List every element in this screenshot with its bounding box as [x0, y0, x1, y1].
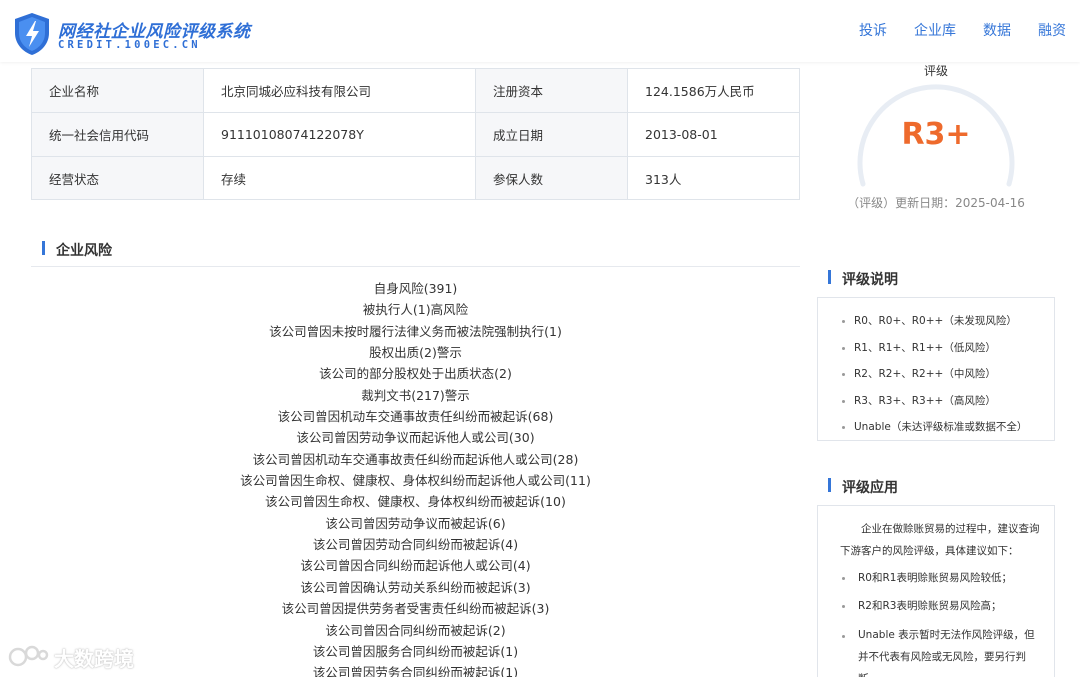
watermark-text: 大数跨境	[54, 646, 134, 671]
risk-detail[interactable]: 该公司的部分股权处于出质状态(2)	[31, 363, 800, 384]
main-nav: 投诉 企业库 数据 融资	[832, 20, 1066, 40]
nav-financing[interactable]: 融资	[1038, 20, 1066, 40]
application-item: R0和R1表明赊账贸易风险较低；	[832, 566, 1042, 590]
info-label: 参保人数	[476, 157, 628, 199]
divider	[31, 266, 800, 267]
risk-detail[interactable]: 该公司曾因劳动争议而起诉他人或公司(30)	[31, 427, 800, 448]
info-value: 存续	[204, 157, 476, 199]
info-value: 124.1586万人民币	[645, 84, 755, 99]
risk-detail[interactable]: 该公司曾因未按时履行法律义务而被法院强制执行(1)	[31, 321, 800, 342]
risk-detail[interactable]: 该公司曾因合同纠纷而被起诉(2)	[31, 620, 800, 641]
legend-item: R3、R3+、R3++（高风险）	[840, 392, 1054, 419]
risk-detail[interactable]: 该公司曾因合同纠纷而起诉他人或公司(4)	[31, 555, 800, 576]
nav-company-db[interactable]: 企业库	[914, 20, 956, 40]
section-accent-bar	[828, 478, 831, 492]
top-header: 网经社企业风险评级系统 CREDIT.100EC.CN 投诉 企业库 数据 融资	[0, 0, 1080, 62]
company-info-table: 企业名称 北京同城必应科技有限公司 注册资本 124.1586万人民币 统一社会…	[31, 68, 800, 200]
application-item: R2和R3表明赊账贸易风险高；	[832, 594, 1042, 618]
rating-value: R3+	[901, 117, 971, 152]
info-value: 2013-08-01	[645, 127, 718, 142]
risk-detail[interactable]: 该公司曾因劳动合同纠纷而被起诉(4)	[31, 534, 800, 555]
risk-detail[interactable]: 该公司曾因提供劳务者受害责任纠纷而被起诉(3)	[31, 598, 800, 619]
section-accent-bar	[828, 270, 831, 284]
risk-detail[interactable]: 该公司曾因生命权、健康权、身体权纠纷而起诉他人或公司(11)	[31, 470, 800, 491]
info-label: 统一社会信用代码	[32, 113, 204, 156]
rating-label: 评级	[906, 62, 966, 79]
risk-list: 自身风险(391) 被执行人(1)高风险 该公司曾因未按时履行法律义务而被法院强…	[31, 278, 800, 677]
info-row: 经营状态 存续 参保人数 313人	[32, 157, 799, 199]
legend-item: R2、R2+、R2++（中风险）	[840, 365, 1054, 392]
application-intro: 企业在做赊账贸易的过程中，建议查询下游客户的风险评级，具体建议如下：	[840, 523, 1040, 557]
rating-legend-box: R0、R0+、R0++（未发现风险） R1、R1+、R1++（低风险） R2、R…	[817, 297, 1055, 441]
risk-detail[interactable]: 该公司曾因生命权、健康权、身体权纠纷而被起诉(10)	[31, 491, 800, 512]
info-row: 统一社会信用代码 91110108074122078Y 成立日期 2013-08…	[32, 113, 799, 157]
info-label: 注册资本	[476, 69, 628, 112]
watermark: 大数跨境	[8, 640, 134, 674]
legend-item: Unable（未达评级标准或数据不全）	[840, 418, 1054, 445]
rating-update-date: （评级）更新日期：2025-04-16	[847, 196, 1025, 210]
info-value: 313人	[645, 171, 682, 187]
legend-item: R1、R1+、R1++（低风险）	[840, 339, 1054, 366]
watermark-logo-icon	[8, 645, 49, 667]
risk-category[interactable]: 被执行人(1)高风险	[31, 299, 800, 320]
info-value: 北京同城必应科技有限公司	[204, 69, 476, 112]
shield-logo-icon[interactable]	[12, 11, 52, 57]
risk-detail[interactable]: 该公司曾因劳动争议而被起诉(6)	[31, 513, 800, 534]
info-value: 91110108074122078Y	[204, 113, 476, 156]
nav-data[interactable]: 数据	[983, 20, 1011, 40]
risk-category[interactable]: 股权出质(2)警示	[31, 342, 800, 363]
rating-application-box: 企业在做赊账贸易的过程中，建议查询下游客户的风险评级，具体建议如下： R0和R1…	[817, 505, 1055, 677]
info-label: 成立日期	[476, 113, 628, 156]
application-item: Unable 表示暂时无法作风险评级，但并不代表有风险或无风险，要另行判断。	[832, 624, 1042, 677]
nav-complaint[interactable]: 投诉	[859, 20, 887, 40]
risk-detail[interactable]: 该公司曾因确认劳动关系纠纷而被起诉(3)	[31, 577, 800, 598]
info-row: 企业名称 北京同城必应科技有限公司 注册资本 124.1586万人民币	[32, 69, 799, 113]
risk-category[interactable]: 裁判文书(217)警示	[31, 385, 800, 406]
info-label: 企业名称	[32, 69, 204, 112]
risk-detail[interactable]: 该公司曾因机动车交通事故责任纠纷而起诉他人或公司(28)	[31, 449, 800, 470]
risk-detail[interactable]: 该公司曾因机动车交通事故责任纠纷而被起诉(68)	[31, 406, 800, 427]
info-label: 经营状态	[32, 157, 204, 199]
section-accent-bar	[42, 241, 45, 255]
legend-item: R0、R0+、R0++（未发现风险）	[840, 312, 1054, 339]
risk-category[interactable]: 自身风险(391)	[31, 278, 800, 299]
risk-detail[interactable]: 该公司曾因劳务合同纠纷而被起诉(1)	[31, 662, 800, 677]
risk-detail[interactable]: 该公司曾因服务合同纠纷而被起诉(1)	[31, 641, 800, 662]
brand-subtitle: CREDIT.100EC.CN	[58, 39, 201, 51]
